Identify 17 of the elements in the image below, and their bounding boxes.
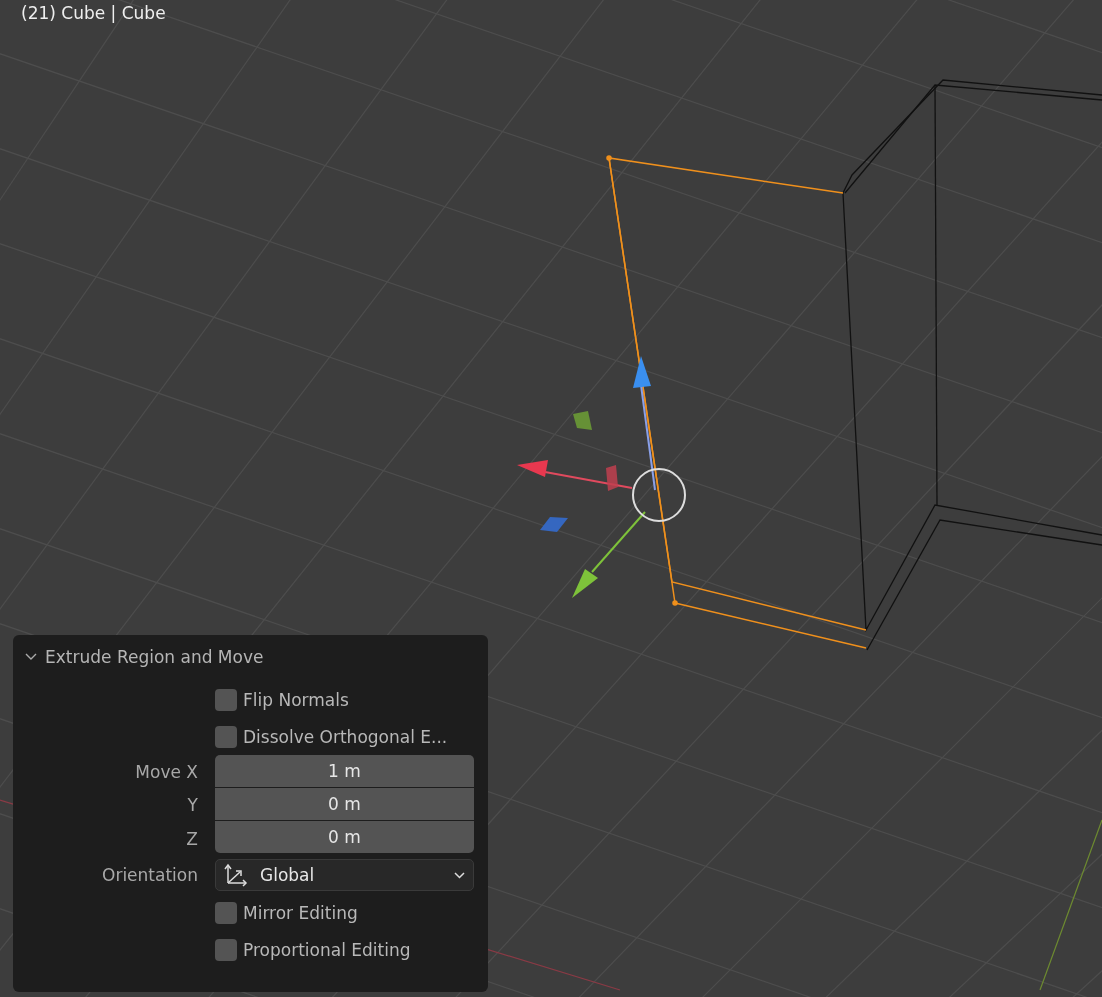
field-label: Z bbox=[185, 828, 198, 849]
caret-icon bbox=[454, 871, 465, 879]
number-field[interactable]: 1 m bbox=[215, 755, 474, 787]
viewport-title: (21) Cube | Cube bbox=[21, 3, 166, 23]
chevron-icon bbox=[25, 653, 37, 661]
checkbox[interactable]: Mirror Editing bbox=[215, 894, 474, 931]
number-field[interactable]: 0 m bbox=[215, 821, 474, 853]
field-label: Move X bbox=[134, 761, 198, 782]
number-field[interactable]: 0 m bbox=[215, 788, 474, 820]
field-label: Orientation bbox=[101, 865, 198, 885]
panel-header[interactable]: Extrude Region and Move bbox=[25, 645, 264, 669]
checkbox[interactable]: Dissolve Orthogonal E... bbox=[215, 718, 474, 755]
field-label: Y bbox=[186, 794, 198, 815]
checkbox[interactable]: Flip Normals bbox=[215, 681, 474, 718]
orientation-dropdown[interactable]: Global bbox=[215, 859, 474, 891]
axes-icon bbox=[224, 863, 248, 887]
checkbox[interactable]: Proportional Editing bbox=[215, 931, 474, 968]
